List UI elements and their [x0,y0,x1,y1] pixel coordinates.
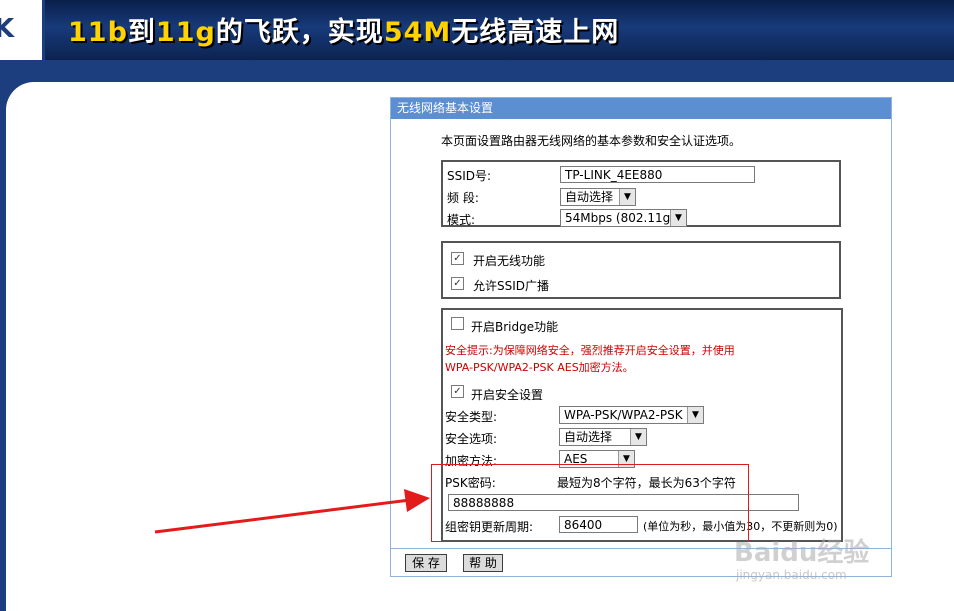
band-select-value: 自动选择 [565,190,614,204]
chevron-down-icon: ▼ [619,189,635,205]
banner-title-part: 的飞跃，实现 [215,17,384,48]
band-select[interactable]: 自动选择 ▼ [560,188,636,206]
security-type-select[interactable]: WPA-PSK/WPA2-PSK ▼ [559,406,704,424]
banner-title-part: 到 [127,17,156,48]
help-button[interactable]: 帮 助 [463,554,503,572]
logo: K [0,0,45,60]
security-warning-line1: 安全提示:为保障网络安全，强烈推荐开启安全设置，并使用 [445,344,735,357]
ssid-label: SSID号: [447,169,492,183]
security-type-label: 安全类型: [445,410,498,424]
banner-title: 11b到11g的飞跃，实现54M无线高速上网 [68,10,619,49]
panel-title: 无线网络基本设置 [391,98,891,119]
enable-security-checkbox[interactable]: ✓ [451,385,464,398]
psk-highlight-box [431,464,749,542]
save-button[interactable]: 保 存 [405,554,447,572]
ssid-input[interactable]: TP-LINK_4EE880 [560,166,755,183]
security-option-select[interactable]: 自动选择 ▼ [559,428,647,446]
mode-label: 模式: [447,213,476,227]
banner-title-part: 11g [155,17,216,48]
mode-select-value: 54Mbps (802.11g) [565,211,675,225]
enable-bridge-label: 开启Bridge功能 [471,320,559,334]
wireless-toggle-group: ✓ 开启无线功能 ✓ 允许SSID广播 [441,241,841,299]
security-warning-line2: WPA-PSK/WPA2-PSK AES加密方法。 [445,361,634,374]
top-banner: K 11b到11g的飞跃，实现54M无线高速上网 [0,0,954,60]
banner-title-part: 无线高速上网 [451,17,620,48]
enable-security-label: 开启安全设置 [471,388,544,402]
enable-bridge-checkbox[interactable] [451,317,464,330]
mode-select[interactable]: 54Mbps (802.11g) ▼ [560,209,687,227]
banner-title-part: 54M [383,17,452,48]
panel-intro: 本页面设置路由器无线网络的基本参数和安全认证选项。 [441,134,742,148]
ssid-broadcast-checkbox[interactable]: ✓ [451,277,464,290]
security-option-value: 自动选择 [564,430,613,444]
band-label: 频 段: [447,191,479,205]
chevron-down-icon: ▼ [687,407,703,423]
security-type-value: WPA-PSK/WPA2-PSK [564,408,683,422]
enable-wireless-label: 开启无线功能 [473,254,546,268]
chevron-down-icon: ▼ [630,429,646,445]
security-option-label: 安全选项: [445,432,498,446]
watermark-brand: Baidu经验 [734,538,870,568]
basic-settings-group: SSID号: TP-LINK_4EE880 频 段: 自动选择 ▼ 模式: 54… [441,160,841,227]
enable-wireless-checkbox[interactable]: ✓ [451,252,464,265]
ssid-broadcast-label: 允许SSID广播 [473,279,550,293]
watermark-url: jingyan.baidu.com [736,568,847,582]
logo-text: K [0,14,15,44]
chevron-down-icon: ▼ [670,210,686,226]
banner-title-part: 11b [68,17,128,48]
